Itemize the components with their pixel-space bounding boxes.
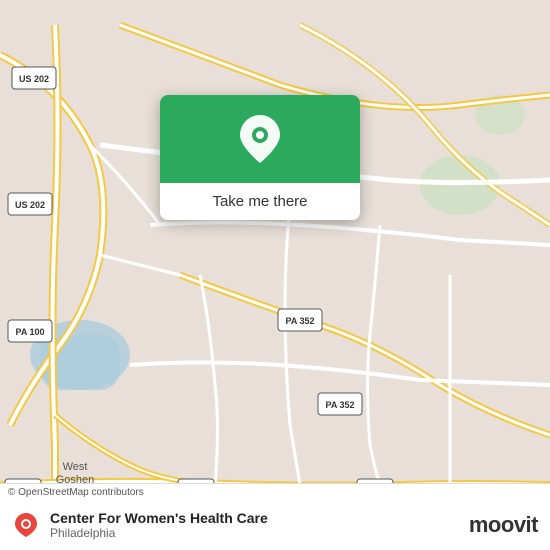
bottom-bar: © OpenStreetMap contributors Center For … — [0, 483, 550, 550]
map-svg: US 202 US 202 PA 100 PA 352 PA 352 PA 3 … — [0, 0, 550, 550]
svg-text:US 202: US 202 — [15, 200, 45, 210]
take-me-there-label[interactable]: Take me there — [160, 183, 360, 220]
svg-text:PA 352: PA 352 — [325, 400, 354, 410]
map-container: US 202 US 202 PA 100 PA 352 PA 352 PA 3 … — [0, 0, 550, 550]
take-me-there-popup[interactable]: Take me there — [160, 95, 360, 220]
location-text: Center For Women's Health Care Philadelp… — [50, 510, 469, 540]
svg-text:West: West — [63, 461, 88, 473]
attribution-text: © OpenStreetMap contributors — [0, 484, 550, 500]
svg-text:PA 100: PA 100 — [15, 327, 44, 337]
location-bar: Center For Women's Health Care Philadelp… — [0, 500, 550, 550]
svg-text:US 202: US 202 — [19, 74, 49, 84]
moovit-logo: moovit — [469, 512, 538, 538]
popup-green-area — [160, 95, 360, 183]
location-city: Philadelphia — [50, 526, 469, 540]
location-pin-icon — [240, 115, 280, 163]
svg-text:PA 352: PA 352 — [285, 316, 314, 326]
moovit-pin-icon — [12, 511, 40, 539]
location-name: Center For Women's Health Care — [50, 510, 469, 526]
moovit-text: moovit — [469, 512, 538, 538]
